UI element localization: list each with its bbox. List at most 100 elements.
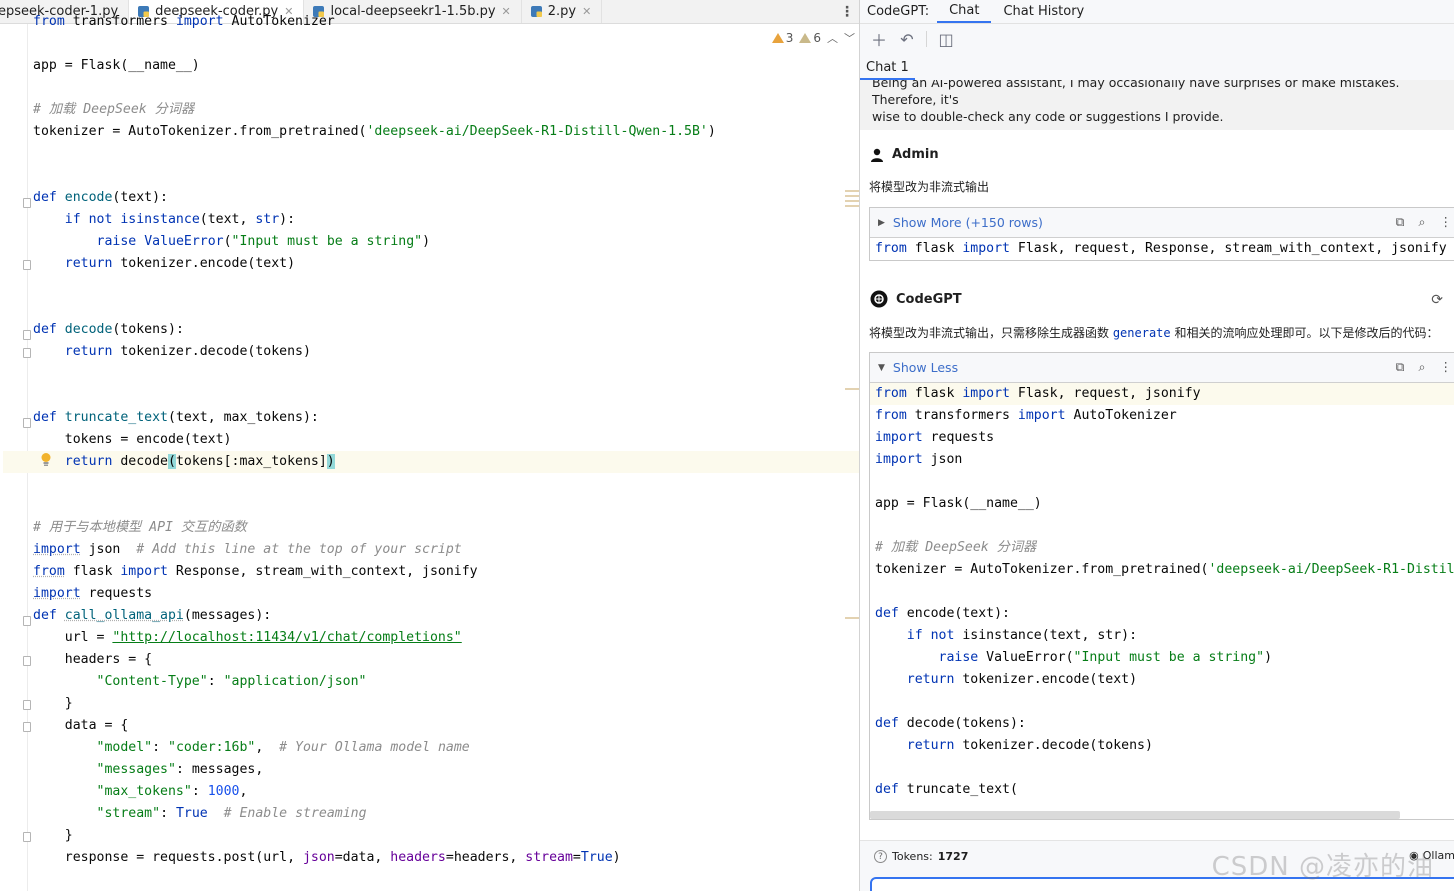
code-line: raise ValueError("Input must be a string… bbox=[938, 650, 1273, 665]
code-line: raise ValueError("Input must be a string… bbox=[96, 234, 431, 249]
code-line: def encode(text): bbox=[875, 606, 1010, 621]
bot-name: CodeGPT bbox=[896, 291, 962, 307]
lightbulb-icon[interactable] bbox=[40, 452, 52, 468]
code-line: "stream": True # Enable streaming bbox=[96, 806, 367, 821]
code-line: import json bbox=[875, 452, 963, 467]
code-line: } bbox=[33, 696, 73, 711]
fold-icon[interactable] bbox=[23, 656, 31, 666]
fold-icon[interactable] bbox=[23, 616, 31, 626]
code-line: app = Flask(__name__) bbox=[875, 496, 1042, 511]
disclaimer-line: Being an AI-powered assistant, I may occ… bbox=[872, 80, 1400, 107]
fold-icon[interactable] bbox=[23, 832, 31, 842]
show-more-link[interactable]: Show More (+150 rows) bbox=[893, 215, 1043, 230]
fold-icon[interactable] bbox=[23, 700, 31, 710]
find-icon[interactable]: ⌕ bbox=[1418, 359, 1425, 375]
bot-message-header: CodeGPT bbox=[870, 290, 962, 308]
chevron-down-icon[interactable]: ▼ bbox=[878, 363, 885, 373]
code-line: } bbox=[33, 828, 73, 843]
code-line: headers = { bbox=[33, 652, 153, 667]
user-message-text: 将模型改为非流式输出 bbox=[869, 180, 990, 194]
fold-icon[interactable] bbox=[23, 198, 31, 208]
add-icon[interactable]: ＋ bbox=[868, 28, 890, 50]
show-less-link[interactable]: Show Less bbox=[893, 360, 958, 375]
fold-icon[interactable] bbox=[23, 330, 31, 340]
code-line: response = requests.post(url, json=data,… bbox=[33, 850, 621, 865]
editor-tab[interactable]: 2.py ✕ bbox=[522, 0, 603, 23]
code-line: "max_tokens": 1000, bbox=[96, 784, 248, 799]
codegpt-logo-icon bbox=[870, 290, 888, 308]
tab-chat-1[interactable]: Chat 1 bbox=[860, 56, 915, 80]
code-line: # 用于与本地模型 API 交互的函数 bbox=[33, 520, 247, 535]
panel-title: CodeGPT: bbox=[867, 4, 930, 19]
fold-icon[interactable] bbox=[23, 418, 31, 428]
code-line: return tokenizer.encode(text) bbox=[906, 672, 1138, 687]
code-area[interactable]: from transformers import AutoTokenizer a… bbox=[3, 14, 859, 891]
tab-chat[interactable]: Chat bbox=[937, 0, 992, 23]
code-line: from transformers import AutoTokenizer bbox=[875, 408, 1177, 423]
horizontal-scrollbar[interactable] bbox=[870, 811, 1400, 819]
python-file-icon bbox=[530, 6, 542, 17]
code-line: "model": "coder:16b", # Your Ollama mode… bbox=[96, 740, 470, 755]
fold-icon[interactable] bbox=[23, 722, 31, 732]
fold-icon[interactable] bbox=[23, 260, 31, 270]
tokens-value: 1727 bbox=[937, 850, 969, 863]
disclaimer-banner: Being an AI-powered assistant, I may occ… bbox=[860, 80, 1454, 130]
code-line: def call_ollama_api(messages): bbox=[33, 608, 272, 623]
close-icon[interactable]: ✕ bbox=[582, 5, 591, 18]
help-icon[interactable]: ? bbox=[874, 850, 887, 863]
code-line: return tokenizer.decode(tokens) bbox=[906, 738, 1153, 753]
split-view-icon[interactable]: ◫ bbox=[935, 28, 957, 50]
code-line: app = Flask(__name__) bbox=[33, 58, 200, 73]
more-icon[interactable]: ⋮ bbox=[1440, 359, 1453, 375]
code-line: return tokenizer.decode(tokens) bbox=[64, 344, 311, 359]
find-icon[interactable]: ⌕ bbox=[1418, 214, 1425, 230]
token-count: ? Tokens: 1727 bbox=[874, 850, 968, 863]
code-line: from flask import Flask, request, jsonif… bbox=[870, 383, 1454, 405]
more-icon[interactable]: ⋮ bbox=[1440, 214, 1453, 230]
scroll-marker bbox=[845, 205, 859, 207]
bot-message-text: 将模型改为非流式输出，只需移除生成器函数 generate 和相关的流响应处理即… bbox=[869, 326, 1439, 340]
disclaimer-line: wise to double-check any code or suggest… bbox=[872, 109, 1224, 124]
copy-icon[interactable]: ⧉ bbox=[1396, 359, 1405, 375]
user-code-block: ▶ Show More (+150 rows) ⧉ ⌕ ⋮ from flask… bbox=[869, 207, 1454, 261]
tab-chat-history[interactable]: Chat History bbox=[991, 0, 1096, 23]
chat-tab-row: Chat 1 bbox=[860, 56, 1454, 80]
tab-label: 2.py bbox=[547, 4, 577, 19]
tokens-label: Tokens: bbox=[892, 850, 933, 863]
code-line: url = "http://localhost:11434/v1/chat/co… bbox=[33, 630, 462, 645]
watermark: CSDN @凌亦的油 bbox=[1211, 852, 1434, 882]
scroll-marker bbox=[845, 190, 859, 192]
code-line: # 加载 DeepSeek 分词器 bbox=[33, 102, 195, 117]
code-line: from flask import Response, stream_with_… bbox=[33, 564, 478, 579]
codegpt-panel: CodeGPT: Chat Chat History ＋ ↶ ◫ Chat 1 … bbox=[859, 0, 1454, 891]
editor-tab[interactable]: local-deepseekr1-1.5b.py ✕ bbox=[304, 0, 522, 23]
refresh-icon[interactable]: ⟳ bbox=[1431, 292, 1443, 308]
fold-icon[interactable] bbox=[23, 348, 31, 358]
code-block-header: ▶ Show More (+150 rows) ⧉ ⌕ ⋮ bbox=[870, 208, 1454, 238]
current-code-line: return decode(tokens[:max_tokens]) bbox=[3, 451, 859, 473]
code-block-body: from flask import Flask, request, Respon… bbox=[870, 238, 1454, 260]
code-line: def decode(tokens): bbox=[33, 322, 184, 337]
code-line: if not isinstance(text, str): bbox=[64, 212, 296, 227]
more-tabs-icon[interactable]: ⋮ bbox=[835, 0, 859, 23]
undo-icon[interactable]: ↶ bbox=[896, 28, 918, 50]
scroll-marker bbox=[845, 200, 859, 202]
panel-tab-bar: CodeGPT: Chat Chat History bbox=[860, 0, 1454, 24]
code-line: if not isinstance(text, str): bbox=[906, 628, 1138, 643]
code-line: import requests bbox=[875, 430, 995, 445]
code-editor[interactable]: epseek-coder-1.py deepseek-coder.py ✕ lo… bbox=[0, 0, 859, 891]
toolbar-divider bbox=[926, 31, 927, 47]
chat-messages[interactable]: Admin 将模型改为非流式输出 ▶ Show More (+150 rows)… bbox=[860, 130, 1454, 850]
chevron-right-icon[interactable]: ▶ bbox=[878, 218, 885, 228]
code-line: "messages": messages, bbox=[96, 762, 264, 777]
code-line: tokens = encode(text) bbox=[33, 432, 232, 447]
bot-code-block: ▼ Show Less ⧉ ⌕ ⋮ from flask import Flas… bbox=[869, 352, 1454, 820]
close-icon[interactable]: ✕ bbox=[502, 5, 511, 18]
code-line: # 加载 DeepSeek 分词器 bbox=[875, 540, 1037, 555]
copy-icon[interactable]: ⧉ bbox=[1396, 214, 1405, 230]
user-name: Admin bbox=[892, 147, 939, 162]
